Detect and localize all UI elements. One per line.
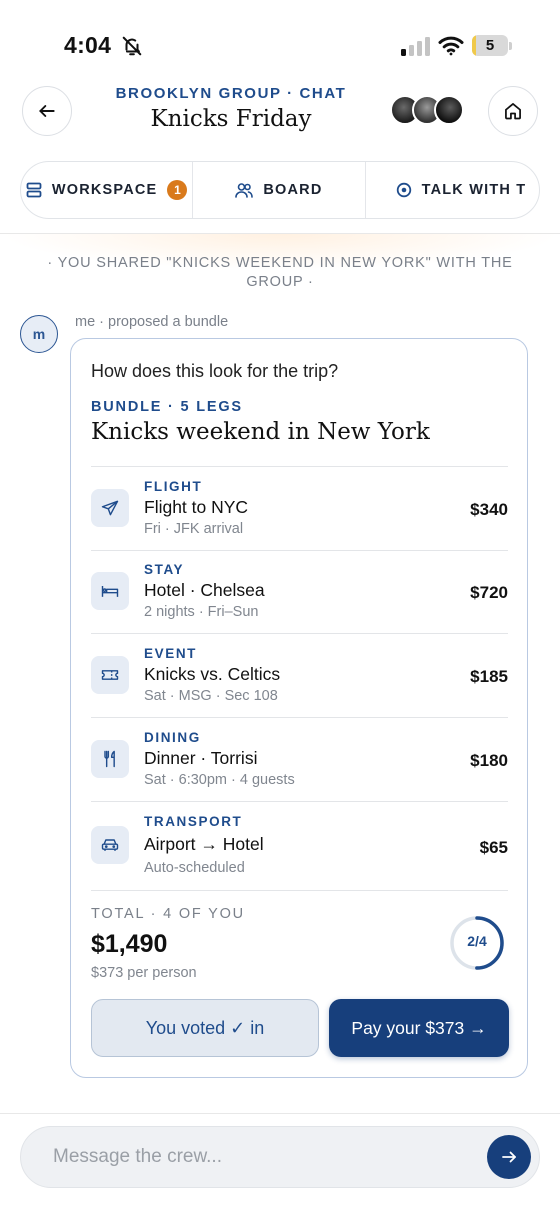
leg-transport[interactable]: TRANSPORT Airport → Hotel Auto-scheduled… bbox=[91, 801, 508, 890]
battery-level: 5 bbox=[485, 37, 495, 54]
target-icon bbox=[396, 182, 411, 198]
arrow-left-icon bbox=[39, 105, 55, 117]
tab-talk[interactable]: TALK WITH T bbox=[366, 162, 539, 218]
bundle-tag: BUNDLE · 5 LEGS bbox=[91, 399, 243, 415]
leg-name: Hotel · Chelsea bbox=[144, 580, 265, 600]
pay-share-button[interactable]: Pay your $373 → bbox=[329, 999, 509, 1057]
leg-name: Flight to NYC bbox=[144, 497, 249, 517]
home-icon bbox=[505, 103, 521, 120]
system-note: · YOU SHARED "KNICKS WEEKEND IN NEW YORK… bbox=[47, 255, 513, 290]
leg-detail: 2 nights · Fri–Sun bbox=[144, 604, 259, 620]
member-avatar-3 bbox=[434, 95, 464, 125]
chat-subtitle: BROOKLYN GROUP · CHAT bbox=[115, 85, 347, 102]
message-meta: me · proposed a bundle bbox=[75, 314, 229, 330]
plane-icon bbox=[91, 489, 129, 527]
leg-price: $340 bbox=[470, 500, 508, 519]
signal-icon bbox=[401, 37, 430, 56]
send-button[interactable] bbox=[487, 1135, 531, 1179]
back-button[interactable] bbox=[22, 86, 72, 136]
composer-divider bbox=[0, 1113, 560, 1114]
tab-talk-label: TALK WITH T bbox=[421, 182, 527, 198]
ticket-icon bbox=[91, 656, 129, 694]
car-icon bbox=[91, 826, 129, 864]
wifi-icon bbox=[438, 36, 464, 56]
bundle-card: How does this look for the trip? BUNDLE … bbox=[70, 338, 528, 1078]
home-button[interactable] bbox=[488, 86, 538, 136]
leg-dining[interactable]: DINING Dinner · Torrisi Sat · 6:30pm · 4… bbox=[91, 717, 508, 801]
leg-price: $720 bbox=[470, 583, 508, 602]
utensils-icon bbox=[91, 740, 129, 778]
leg-detail: Auto-scheduled bbox=[144, 860, 245, 876]
member-avatars[interactable] bbox=[390, 95, 466, 125]
leg-name: Airport → Hotel bbox=[144, 834, 264, 854]
tab-workspace[interactable]: WORKSPACE 1 bbox=[21, 162, 194, 218]
tab-workspace-label: WORKSPACE bbox=[51, 182, 158, 198]
leg-category: DINING bbox=[144, 730, 201, 745]
leg-category: TRANSPORT bbox=[144, 814, 243, 829]
bed-icon bbox=[91, 572, 129, 610]
stack-icon bbox=[26, 182, 42, 198]
leg-price: $180 bbox=[470, 751, 508, 770]
status-time: 4:04 bbox=[64, 32, 112, 58]
people-icon bbox=[235, 183, 254, 198]
leg-event[interactable]: EVENT Knicks vs. Celtics Sat · MSG · Sec… bbox=[91, 633, 508, 717]
divider bbox=[91, 890, 508, 891]
leg-detail: Sat · MSG · Sec 108 bbox=[144, 688, 278, 704]
status-bar: 4:04 5 bbox=[0, 0, 560, 80]
leg-category: EVENT bbox=[144, 646, 198, 661]
leg-price: $65 bbox=[479, 838, 508, 857]
bundle-title: Knicks weekend in New York bbox=[91, 419, 430, 445]
leg-category: FLIGHT bbox=[144, 479, 203, 494]
arrow-right-icon bbox=[502, 1151, 516, 1163]
message-input[interactable] bbox=[53, 1127, 473, 1187]
total-label: TOTAL · 4 OF YOU bbox=[91, 906, 245, 922]
leg-flight[interactable]: FLIGHT Flight to NYC Fri · JFK arrival $… bbox=[91, 466, 508, 550]
notification-badge: 1 bbox=[167, 180, 188, 200]
tab-board-label: BOARD bbox=[263, 182, 323, 198]
message-text: How does this look for the trip? bbox=[91, 361, 339, 381]
bell-slash-icon bbox=[122, 36, 142, 56]
leg-detail: Fri · JFK arrival bbox=[144, 521, 244, 537]
message-composer bbox=[20, 1126, 540, 1188]
tab-board[interactable]: BOARD bbox=[193, 162, 366, 218]
tab-bar: WORKSPACE 1 BOARD TALK WITH T bbox=[20, 161, 540, 219]
total-amount: $1,490 bbox=[91, 930, 168, 958]
page-title: Knicks Friday bbox=[150, 106, 312, 132]
leg-detail: Sat · 6:30pm · 4 guests bbox=[144, 772, 295, 788]
leg-name: Dinner · Torrisi bbox=[144, 748, 258, 768]
vote-progress-text: 2/4 bbox=[467, 933, 487, 949]
avatar[interactable]: m bbox=[20, 315, 58, 353]
voted-in-button[interactable]: You voted ✓ in bbox=[91, 999, 319, 1057]
leg-stay[interactable]: STAY Hotel · Chelsea 2 nights · Fri–Sun … bbox=[91, 550, 508, 633]
per-person-amount: $373 per person bbox=[91, 965, 197, 981]
leg-category: STAY bbox=[144, 562, 185, 577]
leg-name: Knicks vs. Celtics bbox=[144, 664, 281, 684]
leg-price: $185 bbox=[470, 667, 508, 686]
battery-icon: 5 bbox=[472, 35, 512, 57]
